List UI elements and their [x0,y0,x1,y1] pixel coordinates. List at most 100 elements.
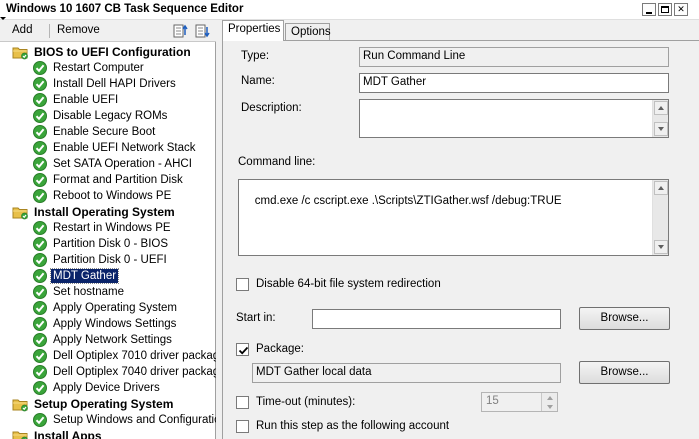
tree-step-label: Dell Optiplex 7010 driver package [53,350,216,362]
command-line-label: Command line: [238,156,316,168]
tree-step-label: Setup Windows and Configuration [53,414,216,426]
green-check-icon [32,76,48,92]
tab-properties[interactable]: Properties [222,20,284,41]
tree-step-label: Apply Windows Settings [53,318,177,330]
folder-icon [12,204,28,220]
green-check-icon [32,156,48,172]
tree-group-label: BIOS to UEFI Configuration [34,45,191,59]
tab-options[interactable]: Options [285,23,331,41]
package-checkbox[interactable] [236,343,249,356]
green-check-icon [32,172,48,188]
green-check-icon [32,140,48,156]
green-check-icon [32,380,48,396]
scroll-down-icon [658,245,664,249]
package-browse-button[interactable]: Browse... [579,361,670,384]
window-title: Windows 10 1607 CB Task Sequence Editor [6,3,244,15]
name-label: Name: [241,75,275,87]
tree-step-label: Partition Disk 0 - BIOS [53,238,169,250]
green-check-icon [32,332,48,348]
run-as-checkbox[interactable] [236,420,249,433]
close-button[interactable]: ✕ [674,3,688,16]
tree-group-label: Install Apps [34,429,102,439]
name-input[interactable]: MDT Gather [359,73,669,93]
tree-step-label: Disable Legacy ROMs [53,110,168,122]
start-in-input[interactable] [312,309,561,329]
spin-up-icon [546,395,553,400]
folder-icon [12,396,28,412]
green-check-icon [32,364,48,380]
disable-redirection-label: Disable 64-bit file system redirection [256,278,441,290]
green-check-icon [32,412,48,428]
start-in-label: Start in: [236,312,276,324]
spin-down-icon [546,404,553,409]
timeout-spinner[interactable]: 15 [481,392,558,412]
tree-step-label: Set hostname [53,286,124,298]
green-check-icon [32,236,48,252]
start-in-browse-button[interactable]: Browse... [579,307,670,330]
tree-step-label: Apply Device Drivers [53,382,160,394]
package-field: MDT Gather local data [252,363,561,383]
tree-step-label: Dell Optiplex 7040 driver package [53,366,216,378]
scroll-down-icon [658,127,664,131]
command-line-input[interactable]: cmd.exe /c cscript.exe .\Scripts\ZTIGath… [238,179,669,256]
run-as-label: Run this step as the following account [256,420,450,432]
package-label: Package: [256,343,304,355]
minimize-button[interactable] [642,3,656,16]
command-line-scrollbar[interactable] [652,180,668,255]
green-check-icon [32,348,48,364]
tree-group-label: Setup Operating System [34,397,174,411]
tree-step-label: Restart Computer [53,62,144,74]
scroll-up-button[interactable] [654,181,668,195]
task-sequence-pane: Add Remove BIOS to UEFI Configuration Res… [0,17,216,439]
task-sequence-tree: BIOS to UEFI Configuration Restart Comput… [0,42,216,439]
scroll-up-icon [658,106,664,110]
green-check-icon [32,300,48,316]
description-scrollbar[interactable] [652,100,668,137]
title-bar: Windows 10 1607 CB Task Sequence Editor … [0,0,699,20]
spin-up-button[interactable] [541,393,557,402]
green-check-icon [32,108,48,124]
timeout-value: 15 [486,395,499,407]
move-up-icon[interactable] [173,23,189,39]
green-check-icon [32,252,48,268]
green-check-icon [32,284,48,300]
tree-step-label: Partition Disk 0 - UEFI [53,254,167,266]
scroll-down-button[interactable] [654,240,668,254]
spin-down-button[interactable] [541,402,557,411]
move-down-icon[interactable] [195,23,211,39]
tree-step-label: Restart in Windows PE [53,222,171,234]
tree-step-label: Format and Partition Disk [53,174,183,186]
tree-step-label: Enable UEFI [53,94,119,106]
checkmark-icon [238,346,249,355]
tree-step-label: Enable UEFI Network Stack [53,142,196,154]
maximize-button[interactable] [658,3,672,16]
green-check-icon [32,60,48,76]
folder-icon [12,428,28,439]
green-check-icon [32,220,48,236]
command-line-value: cmd.exe /c cscript.exe .\Scripts\ZTIGath… [254,195,562,207]
green-check-icon [32,188,48,204]
description-label: Description: [241,102,302,114]
chevron-down-icon [0,17,6,32]
green-check-icon [32,268,48,284]
tree-step-label: Reboot to Windows PE [53,190,172,202]
tree-group-label: Install Operating System [34,205,175,219]
timeout-checkbox[interactable] [236,396,249,409]
scroll-up-icon [658,186,664,190]
type-label: Type: [241,50,270,62]
timeout-label: Time-out (minutes): [256,396,356,408]
disable-redirection-checkbox[interactable] [236,278,249,291]
remove-button[interactable]: Remove [57,24,100,36]
description-input[interactable] [359,99,669,138]
tree-step-label: MDT Gather [49,268,120,284]
scroll-down-button[interactable] [654,122,668,136]
properties-panel: Type: Run Command Line Name: MDT Gather … [222,40,699,439]
type-field: Run Command Line [359,47,669,67]
tree-step-label: Install Dell HAPI Drivers [53,78,176,90]
sequence-toolbar: Add Remove [0,17,216,42]
green-check-icon [32,92,48,108]
add-menu-button[interactable]: Add [12,24,32,36]
green-check-icon [32,316,48,332]
tree-step-label: Apply Operating System [53,302,178,314]
scroll-up-button[interactable] [654,101,668,115]
